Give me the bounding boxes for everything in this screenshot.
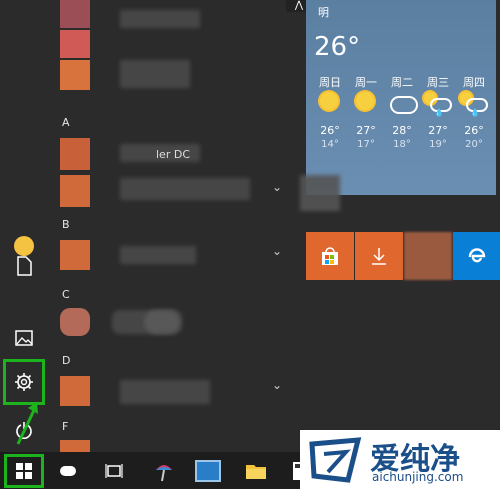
- monitor-icon: [195, 460, 221, 482]
- app-list[interactable]: A ler DC ⌄ B ⌄ C D ⌄ F: [48, 0, 300, 452]
- weather-forecast: 周日 26° 14° 周一 27° 17° 周二 28° 18° 周三 27°: [312, 74, 492, 150]
- group-letter-a[interactable]: A: [62, 116, 70, 129]
- group-letter-c[interactable]: C: [62, 288, 70, 301]
- picture-icon: [15, 330, 33, 346]
- cloud-rain-icon: [456, 90, 492, 118]
- forecast-day: 周四 26° 20°: [456, 74, 492, 150]
- app-tile-icon: [60, 60, 90, 90]
- gear-icon: [15, 373, 33, 391]
- start-button[interactable]: [4, 454, 44, 488]
- blurred-tile: [300, 175, 340, 211]
- forecast-high: 27°: [428, 124, 448, 137]
- forecast-day: 周日 26° 14°: [312, 74, 348, 150]
- forecast-low: 20°: [465, 139, 483, 150]
- cortana-button[interactable]: [52, 456, 84, 486]
- cloud-rain-icon: [420, 90, 456, 118]
- blurred-app-tile[interactable]: [404, 232, 452, 280]
- forecast-high: 26°: [464, 124, 484, 137]
- watermark-logo-icon: [309, 437, 362, 483]
- forecast-day-label: 周三: [427, 76, 449, 89]
- taskbar-app-remote[interactable]: [192, 456, 224, 486]
- store-bag-icon: [322, 247, 338, 265]
- app-tile-icon: [60, 308, 90, 336]
- chat-bubble-icon: [60, 466, 76, 476]
- weather-current-temp: 26°: [314, 32, 361, 62]
- forecast-low: 17°: [357, 139, 375, 150]
- app-label-blur: [120, 178, 250, 200]
- app-tile-icon: [60, 138, 90, 170]
- chevron-down-icon[interactable]: ⌄: [272, 378, 282, 392]
- forecast-day-label: 周一: [355, 76, 377, 89]
- edge-icon: [468, 248, 486, 263]
- app-label-blur: [120, 10, 200, 28]
- taskbar-app-pinwheel[interactable]: [148, 456, 180, 486]
- forecast-high: 26°: [320, 124, 340, 137]
- forecast-day: 周一 27° 17°: [348, 74, 384, 150]
- forecast-low: 18°: [393, 139, 411, 150]
- app-label-blur: [120, 60, 190, 88]
- sun-icon: [348, 90, 384, 118]
- forecast-day-label: 周日: [319, 76, 341, 89]
- chevron-down-icon[interactable]: ⌄: [272, 180, 282, 194]
- app-tile-icon: [60, 175, 90, 207]
- app-tile-icon: [60, 440, 90, 452]
- file-explorer-button[interactable]: [240, 456, 272, 486]
- folder-icon: [246, 465, 266, 479]
- task-view-icon: [105, 464, 123, 478]
- task-view-button[interactable]: [98, 456, 130, 486]
- edge-tile[interactable]: [453, 232, 500, 280]
- app-tile-icon: [60, 376, 90, 406]
- app-label-blur: [120, 246, 196, 264]
- live-tiles: ⋀ 明 26° 周日 26° 14° 周一 27° 17° 周二 28° 18°: [286, 0, 500, 452]
- group-letter-d[interactable]: D: [62, 354, 70, 367]
- weather-tile[interactable]: 明 26° 周日 26° 14° 周一 27° 17° 周二 28° 18° 周…: [306, 0, 496, 195]
- forecast-low: 14°: [321, 139, 339, 150]
- app-tile-icon: [60, 240, 90, 270]
- forecast-low: 19°: [429, 139, 447, 150]
- watermark: 爱纯净 aichunjing.com: [300, 430, 500, 489]
- documents-button[interactable]: [4, 246, 44, 286]
- store-tile[interactable]: [306, 232, 354, 280]
- windows-logo-icon: [16, 463, 32, 479]
- app-tile-icon: [60, 30, 90, 58]
- app-tile-icon: [60, 0, 90, 28]
- start-rail: [0, 0, 48, 452]
- download-tile[interactable]: [355, 232, 403, 280]
- group-letter-b[interactable]: B: [62, 218, 70, 231]
- forecast-day-label: 周四: [463, 76, 485, 89]
- pictures-button[interactable]: [4, 318, 44, 358]
- document-icon: [17, 256, 32, 276]
- forecast-day: 周三 27° 19°: [420, 74, 456, 150]
- app-label-blur: [144, 310, 180, 334]
- weather-city: 明: [318, 6, 329, 19]
- pinwheel-icon: [156, 465, 172, 482]
- app-label-partial: ler DC: [156, 148, 190, 161]
- forecast-day-label: 周二: [391, 76, 413, 89]
- forecast-high: 27°: [356, 124, 376, 137]
- annotation-arrow-icon: [16, 402, 38, 445]
- group-letter-f[interactable]: F: [62, 420, 68, 433]
- sun-icon: [312, 90, 348, 118]
- watermark-url: aichunjing.com: [372, 470, 464, 484]
- settings-button[interactable]: [3, 359, 45, 405]
- download-arrow-icon: [372, 248, 386, 265]
- forecast-day: 周二 28° 18°: [384, 74, 420, 150]
- forecast-high: 28°: [392, 124, 412, 137]
- app-label-blur: [120, 380, 210, 404]
- cloud-icon: [384, 90, 420, 118]
- chevron-down-icon[interactable]: ⌄: [272, 244, 282, 258]
